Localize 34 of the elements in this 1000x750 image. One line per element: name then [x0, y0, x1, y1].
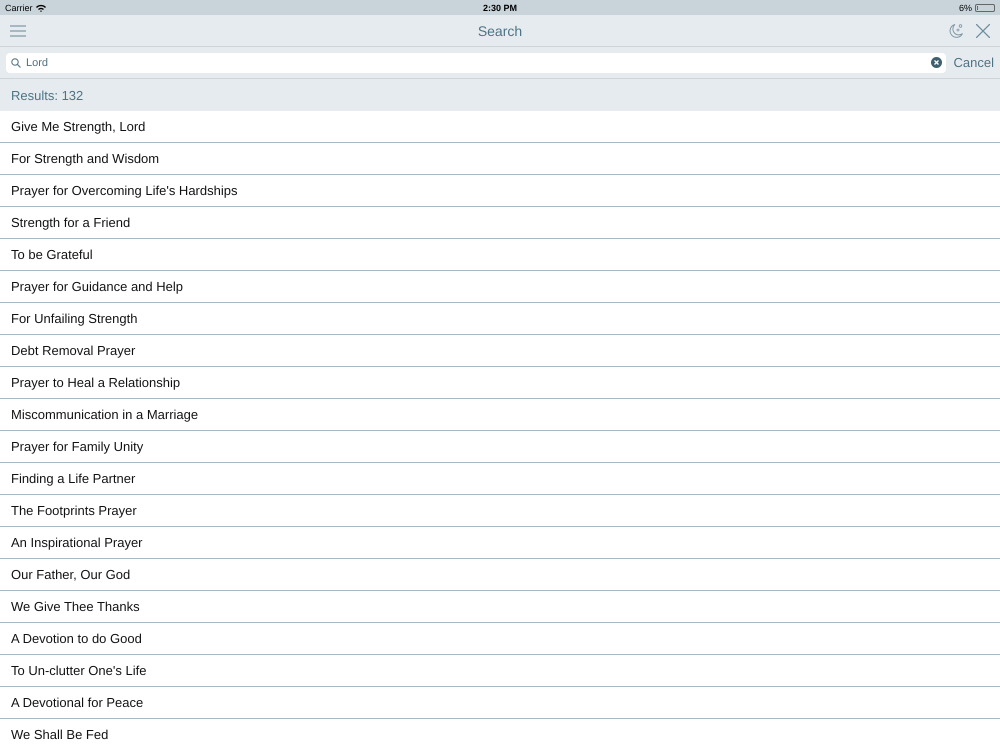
battery-icon — [975, 4, 995, 12]
result-item[interactable]: An Inspirational Prayer — [0, 527, 1000, 559]
result-item[interactable]: Prayer to Heal a Relationship — [0, 367, 1000, 399]
result-item[interactable]: Prayer for Family Unity — [0, 431, 1000, 463]
result-item[interactable]: Strength for a Friend — [0, 207, 1000, 239]
search-field[interactable]: Lord — [6, 52, 946, 72]
result-item[interactable]: Debt Removal Prayer — [0, 335, 1000, 367]
results-count: Results: 132 — [11, 88, 84, 102]
result-item[interactable]: The Footprints Prayer — [0, 495, 1000, 527]
result-item[interactable]: Finding a Life Partner — [0, 463, 1000, 495]
result-item[interactable]: Prayer for Overcoming Life's Hardships — [0, 175, 1000, 207]
result-item[interactable]: To Un-clutter One's Life — [0, 655, 1000, 687]
battery-percent: 6% — [958, 2, 972, 12]
result-item[interactable]: A Devotion to do Good — [0, 623, 1000, 655]
close-icon[interactable] — [976, 24, 990, 38]
result-item[interactable]: A Devotional for Peace — [0, 687, 1000, 719]
result-item[interactable]: For Unfailing Strength — [0, 303, 1000, 335]
nav-title: Search — [478, 22, 522, 38]
result-item[interactable]: We Give Thee Thanks — [0, 591, 1000, 623]
moon-stars-icon[interactable] — [948, 22, 964, 38]
menu-icon[interactable] — [10, 24, 26, 36]
result-item[interactable]: Prayer for Guidance and Help — [0, 271, 1000, 303]
result-item[interactable]: Give Me Strength, Lord — [0, 111, 1000, 143]
result-item[interactable]: For Strength and Wisdom — [0, 143, 1000, 175]
search-icon — [11, 58, 21, 68]
carrier-label: Carrier — [5, 2, 33, 12]
clear-icon[interactable] — [930, 57, 942, 68]
cancel-button[interactable]: Cancel — [954, 55, 994, 70]
result-item[interactable]: We Shall Be Fed — [0, 719, 1000, 750]
wifi-icon — [36, 4, 46, 12]
result-item[interactable]: To be Grateful — [0, 239, 1000, 271]
result-item[interactable]: Our Father, Our God — [0, 559, 1000, 591]
result-item[interactable]: Miscommunication in a Marriage — [0, 399, 1000, 431]
clock-time: 2:30 PM — [482, 2, 517, 12]
